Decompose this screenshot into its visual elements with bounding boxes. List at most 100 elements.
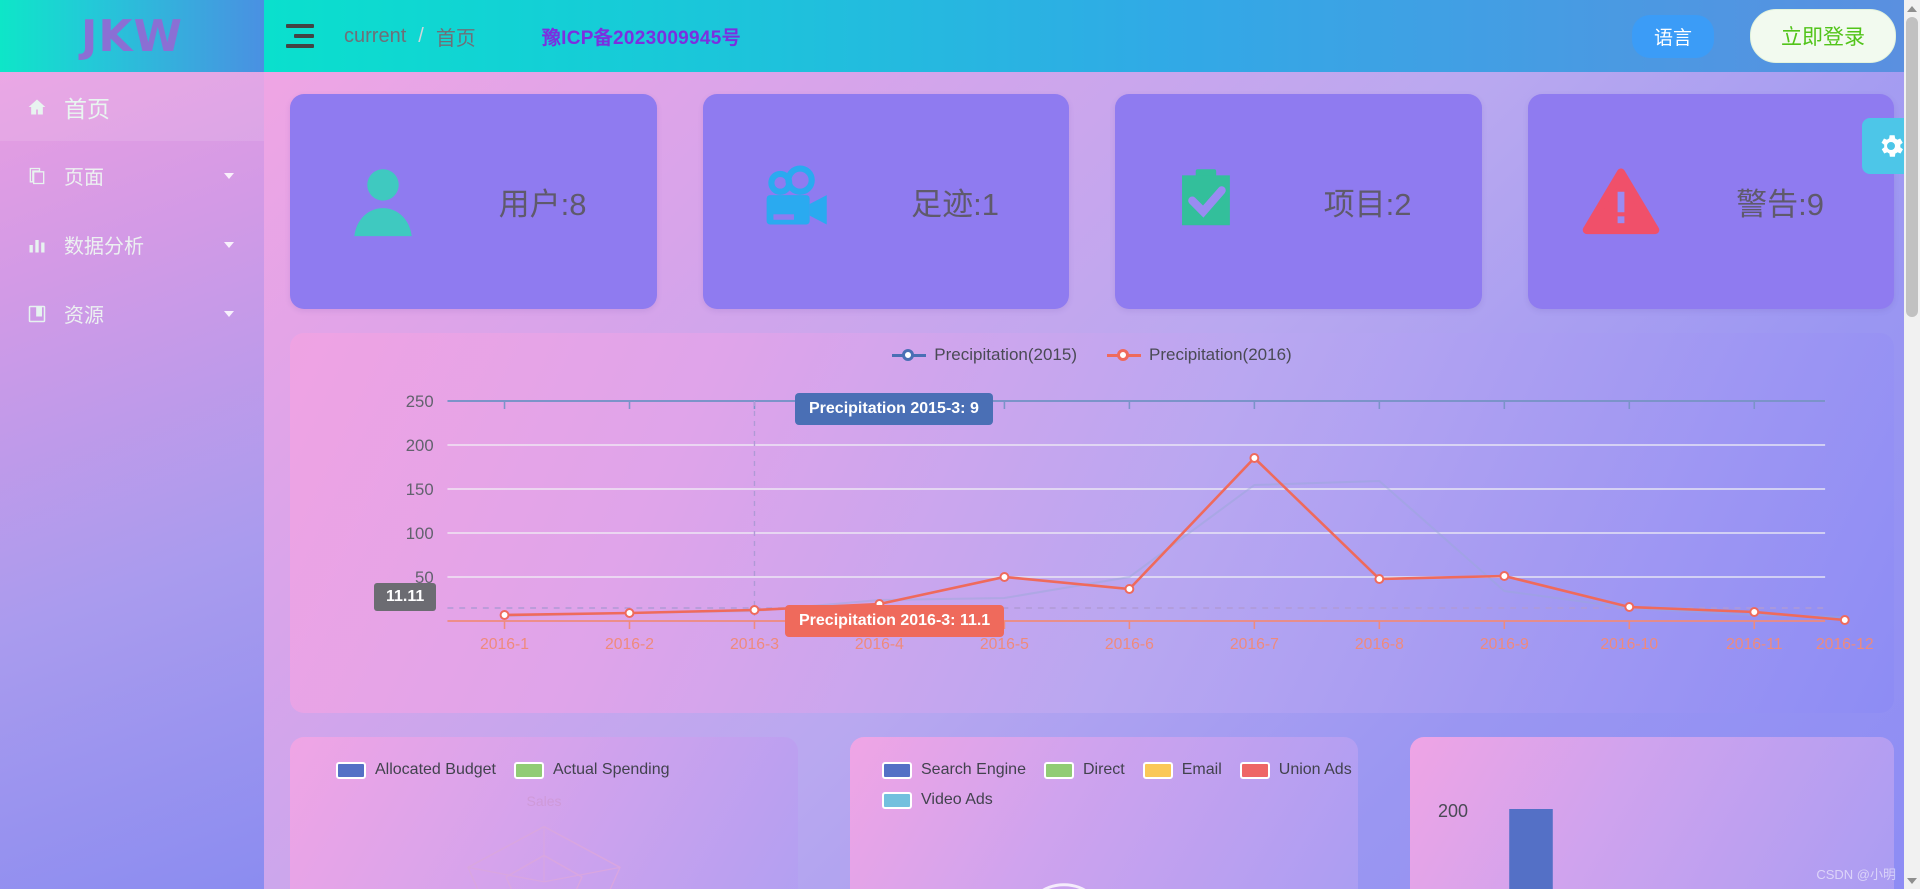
content-area: 用户:8 足迹:1 项目:2 警告:9 Precipitation(2015) … xyxy=(264,72,1920,889)
legend-swatch xyxy=(1239,761,1270,779)
stat-cards: 用户:8 足迹:1 项目:2 警告:9 xyxy=(290,94,1894,309)
legend-item-actual-spending[interactable]: Actual Spending xyxy=(513,761,670,779)
chevron-down-icon xyxy=(224,172,234,179)
legend-marker-line-icon xyxy=(892,348,927,362)
scrollbar-thumb[interactable] xyxy=(1906,17,1918,317)
traffic-legend: Search Engine Direct Email Union Ads Vid… xyxy=(850,755,1358,809)
legend-label: Precipitation(2015) xyxy=(934,345,1077,364)
chevron-down-icon[interactable] xyxy=(1904,872,1920,889)
svg-text:2016-9: 2016-9 xyxy=(1480,636,1529,653)
chevron-up-icon[interactable] xyxy=(1904,0,1920,17)
pages-icon xyxy=(26,165,48,187)
pie-chart[interactable] xyxy=(850,825,1358,889)
svg-text:100: 100 xyxy=(406,524,434,543)
page-scrollbar[interactable] xyxy=(1904,0,1920,889)
chevron-down-icon xyxy=(224,310,234,317)
breadcrumb-separator: / xyxy=(418,24,424,47)
svg-text:2016-2: 2016-2 xyxy=(605,636,654,653)
svg-text:2016-1: 2016-1 xyxy=(480,636,529,653)
warning-triangle-icon xyxy=(1580,159,1662,245)
legend-label: Email xyxy=(1181,761,1222,778)
stat-card-label: 警告:9 xyxy=(1736,187,1824,222)
legend-swatch xyxy=(1043,761,1074,779)
sidebar-item-label: 首页 xyxy=(64,95,110,122)
sidebar-item-data-analysis[interactable]: 数据分析 xyxy=(0,210,264,279)
svg-text:250: 250 xyxy=(406,392,434,411)
stat-card-users[interactable]: 用户:8 xyxy=(290,94,657,309)
sidebar-item-pages[interactable]: 页面 xyxy=(0,141,264,210)
svg-text:2015-10: 2015-10 xyxy=(1600,383,1658,385)
legend-label: Search Engine xyxy=(921,761,1026,778)
sidebar-item-label: 页面 xyxy=(64,167,104,189)
bottom-panels: Allocated Budget Actual Spending Sales S… xyxy=(290,737,1894,889)
legend-swatch xyxy=(882,761,912,779)
svg-text:2016-3: 2016-3 xyxy=(730,636,779,653)
stat-card-projects[interactable]: 项目:2 xyxy=(1115,94,1482,309)
svg-text:2015-1: 2015-1 xyxy=(480,383,529,385)
traffic-pie-panel: Search Engine Direct Email Union Ads Vid… xyxy=(850,737,1358,889)
stat-card-footprints[interactable]: 足迹:1 xyxy=(702,94,1069,309)
brand-logo-text: JKW xyxy=(81,10,183,62)
svg-text:2016-7: 2016-7 xyxy=(1230,636,1279,653)
sidebar-item-resources[interactable]: 资源 xyxy=(0,279,264,348)
bar-chart-icon xyxy=(26,234,48,256)
svg-text:200: 200 xyxy=(406,436,434,455)
sidebar-item-label: 数据分析 xyxy=(64,236,144,258)
svg-text:2015-8: 2015-8 xyxy=(1355,383,1404,385)
breadcrumb-current: 首页 xyxy=(435,27,476,50)
legend-item-email[interactable]: Email xyxy=(1142,761,1222,779)
svg-text:2015-9: 2015-9 xyxy=(1480,383,1529,385)
legend-swatch xyxy=(882,791,912,809)
svg-text:2015-3: 2015-3 xyxy=(730,383,779,385)
svg-text:2015-12: 2015-12 xyxy=(1816,383,1874,385)
stat-card-label: 足迹:1 xyxy=(911,187,999,222)
home-icon xyxy=(26,96,48,118)
brand-logo[interactable]: JKW xyxy=(0,0,264,72)
user-icon xyxy=(342,159,424,245)
icp-license-text: 豫ICP备2023009945号 xyxy=(541,27,741,49)
breadcrumb: current / 首页 xyxy=(344,22,476,51)
budget-radar-panel: Allocated Budget Actual Spending Sales xyxy=(290,737,798,889)
legend-label: Actual Spending xyxy=(552,761,670,778)
legend-label: Direct xyxy=(1082,761,1125,778)
login-button[interactable]: 立即登录 xyxy=(1750,9,1896,63)
chevron-down-icon xyxy=(224,241,234,248)
legend-item-video-ads[interactable]: Video Ads xyxy=(882,791,993,809)
legend-marker-line-icon xyxy=(1107,348,1141,362)
precipitation-chart-panel: Precipitation(2015) Precipitation(2016) xyxy=(290,333,1894,713)
language-button[interactable]: 语言 xyxy=(1631,14,1714,58)
legend-item-precipitation-2016[interactable]: Precipitation(2016) xyxy=(1107,345,1292,365)
legend-item-union-ads[interactable]: Union Ads xyxy=(1239,761,1352,779)
legend-item-precipitation-2015[interactable]: Precipitation(2015) xyxy=(892,345,1077,365)
legend-label: Precipitation(2016) xyxy=(1149,345,1292,364)
legend-swatch xyxy=(1142,761,1173,779)
tooltip-precipitation-2016: Precipitation 2016-3: 11.1 xyxy=(785,605,1005,637)
svg-text:2016-12: 2016-12 xyxy=(1816,636,1874,653)
topbar: current / 首页 豫ICP备2023009945号 语言 立即登录 xyxy=(264,0,1920,72)
radar-chart[interactable] xyxy=(290,793,798,889)
svg-text:2015-5: 2015-5 xyxy=(980,383,1029,385)
axis-pointer-label: 11.11 xyxy=(374,583,437,611)
precipitation-plot[interactable]: 250 200 150 100 50 2015-12015-2 2015-320… xyxy=(290,383,1894,713)
svg-text:2015-6: 2015-6 xyxy=(1105,383,1154,385)
svg-text:2015-11: 2015-11 xyxy=(1726,383,1783,385)
stat-card-label: 用户:8 xyxy=(498,187,587,222)
svg-text:2016-4: 2016-4 xyxy=(855,636,904,653)
chart-legend: Precipitation(2015) Precipitation(2016) xyxy=(290,345,1894,365)
tooltip-precipitation-2015: Precipitation 2015-3: 9 xyxy=(795,393,993,425)
svg-text:2016-8: 2016-8 xyxy=(1355,636,1404,653)
menu-collapse-icon[interactable] xyxy=(286,24,314,48)
sidebar-item-label: 资源 xyxy=(64,305,104,327)
svg-text:2016-6: 2016-6 xyxy=(1105,636,1154,653)
sidebar-item-home[interactable]: 首页 xyxy=(0,72,264,141)
breadcrumb-root[interactable]: current xyxy=(344,25,406,48)
legend-item-direct[interactable]: Direct xyxy=(1043,761,1125,779)
clipboard-check-icon xyxy=(1167,159,1249,245)
legend-label: Allocated Budget xyxy=(375,761,496,778)
stat-card-warnings[interactable]: 警告:9 xyxy=(1527,94,1894,309)
legend-item-allocated-budget[interactable]: Allocated Budget xyxy=(336,761,496,779)
budget-legend: Allocated Budget Actual Spending xyxy=(290,755,798,779)
svg-text:2016-5: 2016-5 xyxy=(980,636,1029,653)
legend-item-search-engine[interactable]: Search Engine xyxy=(882,761,1026,779)
legend-swatch xyxy=(513,761,544,779)
